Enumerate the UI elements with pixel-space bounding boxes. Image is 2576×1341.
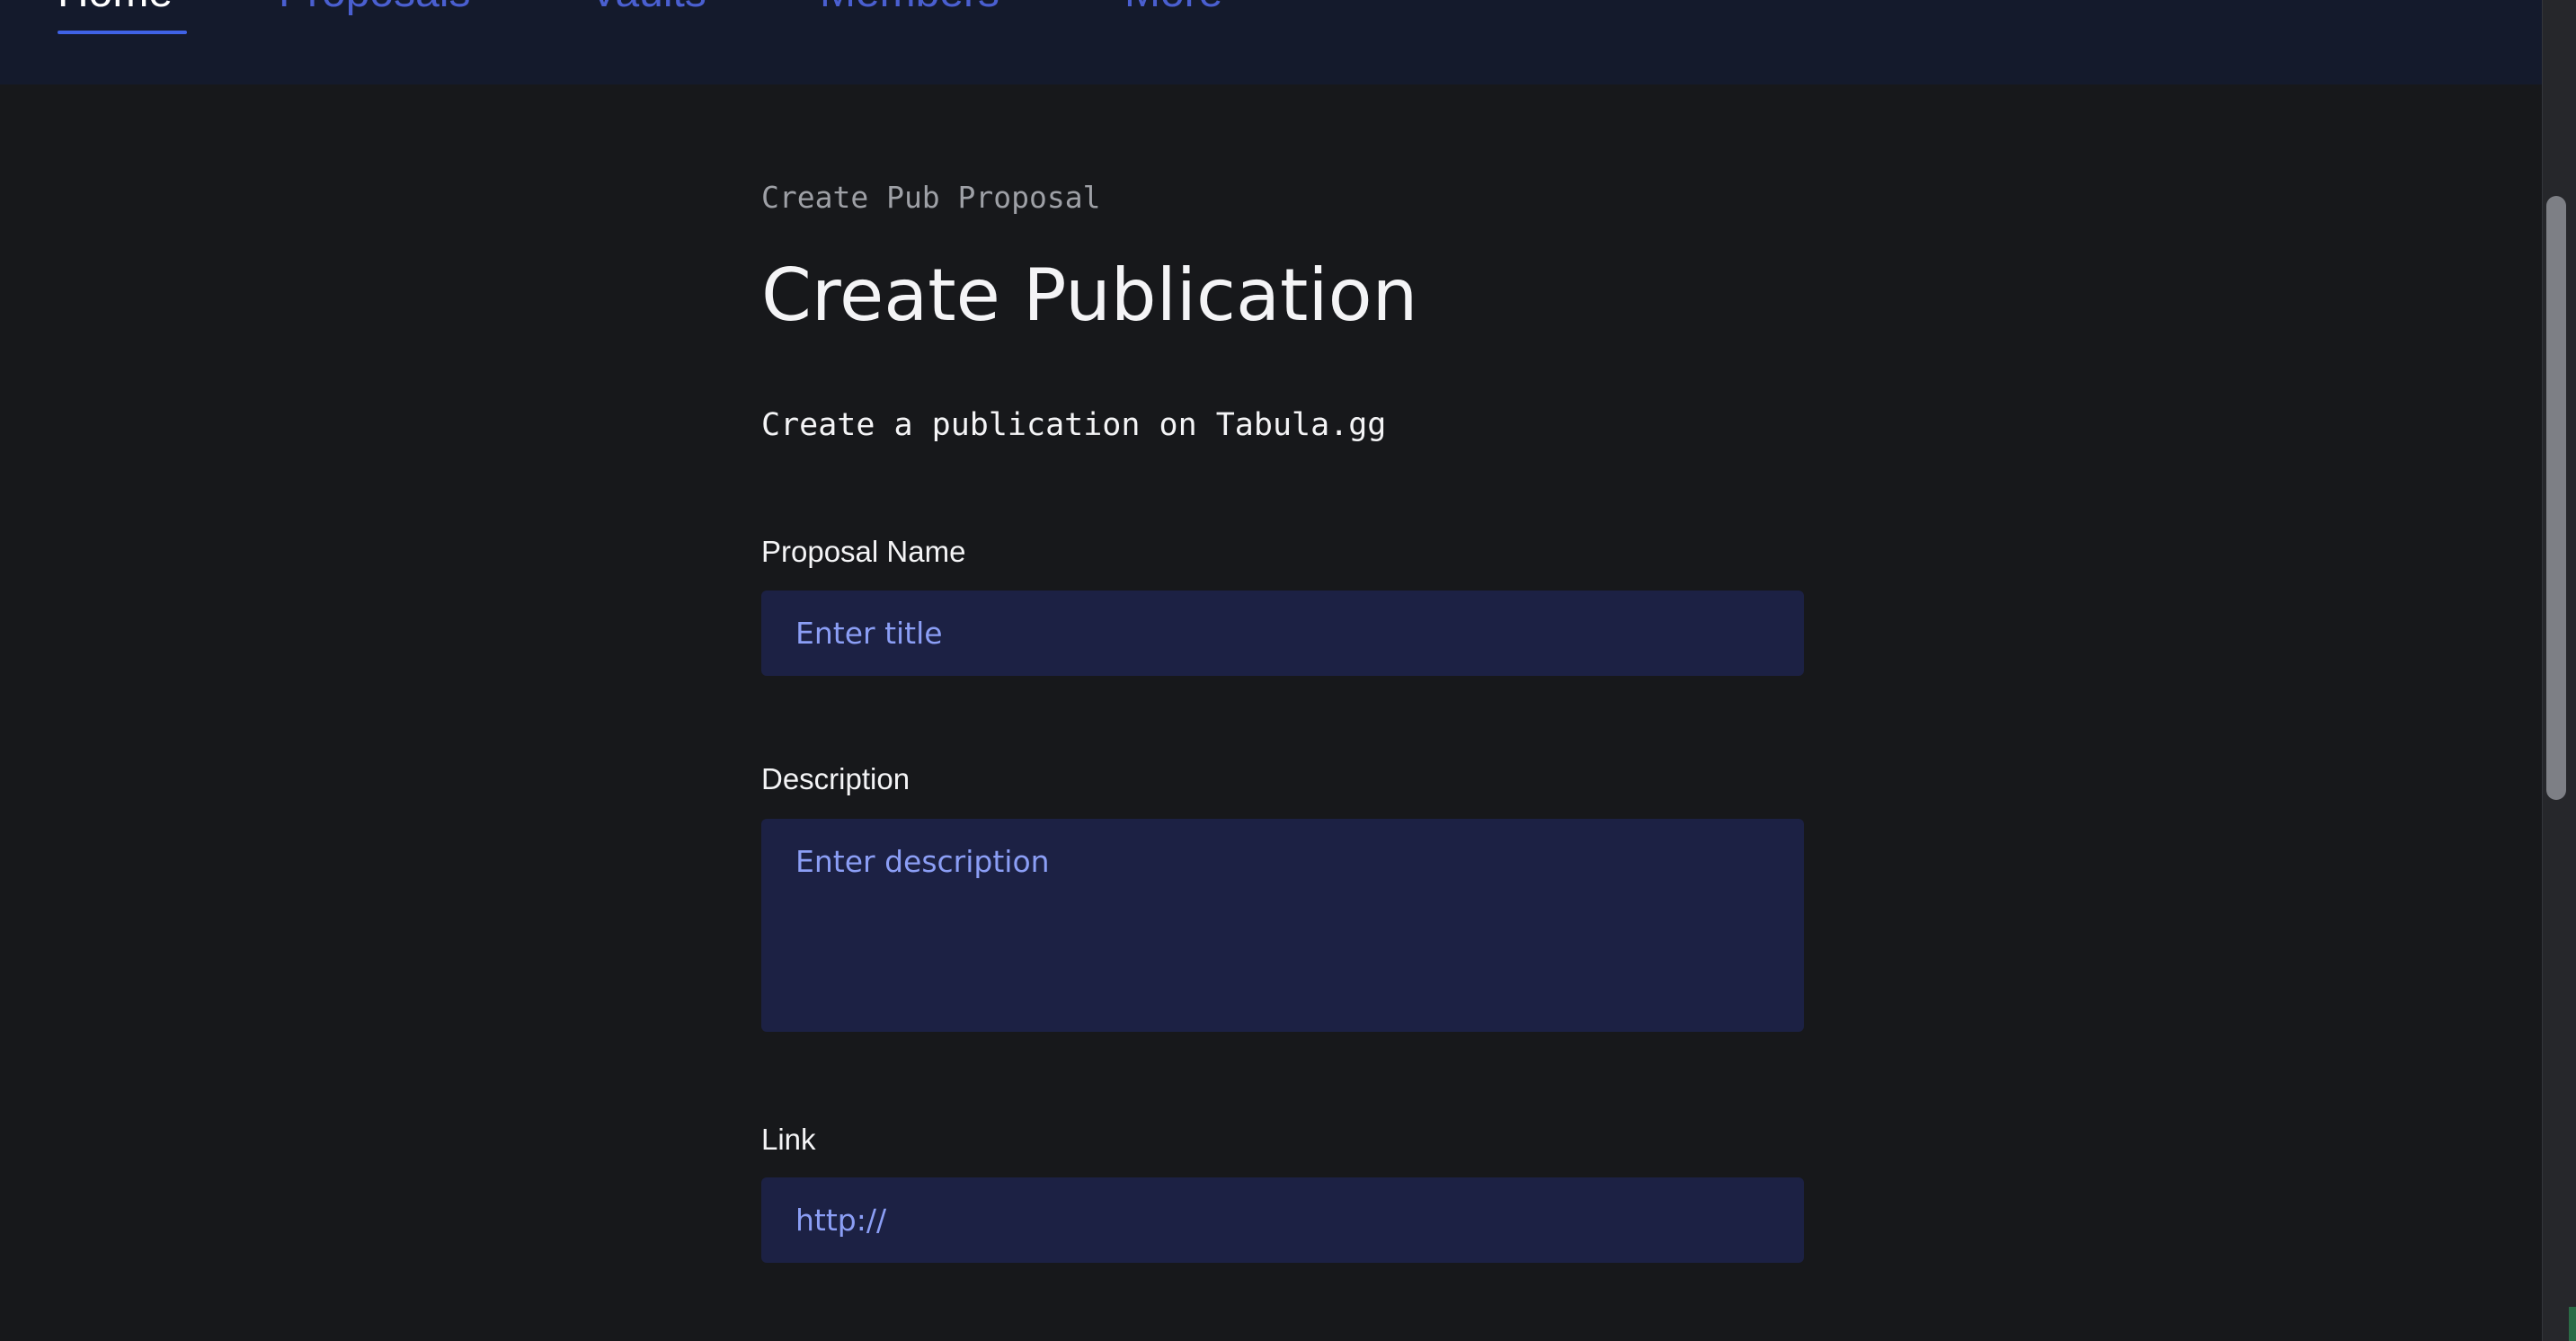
active-tab-indicator	[58, 31, 187, 34]
proposal-name-label: Proposal Name	[761, 535, 966, 568]
page-subtitle: Create a publication on Tabula.gg	[761, 407, 1387, 443]
proposal-name-input[interactable]	[761, 591, 1804, 676]
window-corner-accent	[2569, 1307, 2576, 1341]
description-textarea[interactable]	[761, 819, 1804, 1032]
tab-more[interactable]: More	[1124, 0, 1222, 20]
tab-members[interactable]: Members	[820, 0, 999, 20]
link-label: Link	[761, 1123, 816, 1156]
description-label: Description	[761, 762, 910, 795]
tab-proposals[interactable]: Proposals	[279, 0, 470, 20]
tab-vaults[interactable]: Vaults	[590, 0, 706, 20]
link-input[interactable]	[761, 1177, 1804, 1263]
top-navigation: Home Proposals Vaults Members More	[0, 0, 2542, 84]
page-eyebrow: Create Pub Proposal	[761, 180, 1101, 215]
page-title: Create Publication	[761, 253, 1418, 337]
tab-home[interactable]: Home	[58, 0, 173, 20]
scrollbar-thumb[interactable]	[2546, 196, 2566, 800]
